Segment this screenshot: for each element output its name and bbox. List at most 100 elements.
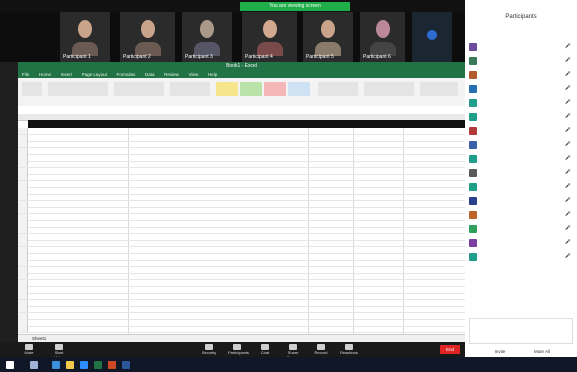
tab-view[interactable]: View [189,71,199,78]
edge-icon[interactable] [52,361,60,369]
tab-data[interactable]: Data [145,71,155,78]
participant-item[interactable]: 🎤 [469,126,573,136]
mic-icon[interactable]: 🎤 [565,113,571,119]
mic-icon[interactable]: 🎤 [565,211,571,217]
row-number[interactable] [18,187,28,194]
zoom-icon[interactable] [80,361,88,369]
style-bad[interactable] [264,82,286,96]
cells-group[interactable] [318,82,358,96]
powerpoint-icon[interactable] [108,361,116,369]
control-mute[interactable]: Mute [20,344,38,355]
row-number[interactable] [18,266,28,273]
start-icon[interactable] [6,361,14,369]
row-number[interactable] [18,147,28,154]
mic-icon[interactable]: 🎤 [565,85,571,91]
chat-box[interactable] [469,318,573,344]
participant-item[interactable]: 🎤 [469,154,573,164]
row-number[interactable] [18,293,28,300]
row-number[interactable] [18,200,28,207]
video-tile[interactable]: Participant 2 [120,12,175,62]
participant-item[interactable]: 🎤 [469,238,573,248]
mic-icon[interactable]: 🎤 [565,183,571,189]
row-number[interactable] [18,306,28,313]
control-start-video[interactable]: Start Video [50,344,68,360]
end-button[interactable]: End [440,345,460,354]
row-number[interactable] [18,260,28,267]
tab-help[interactable]: Help [208,71,217,78]
invite-button[interactable]: Invite [485,348,515,356]
participant-item[interactable]: 🎤 [469,42,573,52]
mic-icon[interactable]: 🎤 [565,197,571,203]
row-number[interactable] [18,161,28,168]
control-participants[interactable]: Participants [228,344,249,355]
row-number[interactable] [18,180,28,187]
row-number[interactable] [18,319,28,326]
tab-review[interactable]: Review [164,71,179,78]
mic-icon[interactable]: 🎤 [565,43,571,49]
alignment-group[interactable] [114,82,164,96]
row-number[interactable] [18,167,28,174]
style-good[interactable] [240,82,262,96]
participant-item[interactable]: 🎤 [469,84,573,94]
row-number[interactable] [18,273,28,280]
font-group[interactable] [48,82,108,96]
row-number[interactable] [18,207,28,214]
control-reactions[interactable]: Reactions [340,344,358,355]
participant-item[interactable]: 🎤 [469,210,573,220]
search-icon[interactable] [30,361,38,369]
editing-group[interactable] [364,82,414,96]
mic-icon[interactable]: 🎤 [565,155,571,161]
ideas-group[interactable] [420,82,458,96]
row-number[interactable] [18,246,28,253]
participant-item[interactable]: 🎤 [469,112,573,122]
paste-button[interactable] [22,82,42,96]
row-number[interactable] [18,220,28,227]
participant-item[interactable]: 🎤 [469,168,573,178]
row-number[interactable] [18,240,28,247]
excel-icon[interactable] [94,361,102,369]
tab-page-layout[interactable]: Page Layout [82,71,107,78]
participant-item[interactable]: 🎤 [469,224,573,234]
control-chat[interactable]: Chat [256,344,274,355]
tab-insert[interactable]: Insert [61,71,72,78]
row-number[interactable] [18,227,28,234]
mic-icon[interactable]: 🎤 [565,127,571,133]
mic-icon[interactable]: 🎤 [565,239,571,245]
row-number[interactable] [18,174,28,181]
row-number[interactable] [18,233,28,240]
row-number[interactable] [18,286,28,293]
tab-file[interactable]: File [22,71,29,78]
row-number[interactable] [18,279,28,286]
participant-item[interactable]: 🎤 [469,140,573,150]
folder-icon[interactable] [66,361,74,369]
table-row[interactable] [18,326,465,334]
number-group[interactable] [170,82,210,96]
row-number[interactable] [18,299,28,306]
control-share-screen[interactable]: Share Screen [284,344,302,360]
row-number[interactable] [18,253,28,260]
mic-icon[interactable]: 🎤 [565,225,571,231]
row-number[interactable] [18,141,28,148]
mute-all-button[interactable]: Mute All [527,348,557,356]
mic-icon[interactable]: 🎤 [565,99,571,105]
mic-icon[interactable]: 🎤 [565,169,571,175]
mic-icon[interactable]: 🎤 [565,253,571,259]
sheet-tab[interactable]: Sheet1 [32,336,46,341]
control-record[interactable]: Record [312,344,330,355]
word-icon[interactable] [122,361,130,369]
mic-icon[interactable]: 🎤 [565,71,571,77]
participant-item[interactable]: 🎤 [469,196,573,206]
video-tile[interactable]: Participant 5 [303,12,353,62]
participant-item[interactable]: 🎤 [469,98,573,108]
style-normal[interactable] [288,82,310,96]
video-tile[interactable]: Participant 6 [360,12,405,62]
video-tile[interactable]: Participant 4 [242,12,297,62]
row-number[interactable] [18,134,28,141]
control-security[interactable]: Security [200,344,218,355]
video-tile[interactable]: Participant 3 [182,12,232,62]
row-number[interactable] [18,326,28,333]
row-number[interactable] [18,194,28,201]
style-neutral[interactable] [216,82,238,96]
participant-item[interactable]: 🎤 [469,252,573,262]
mic-icon[interactable]: 🎤 [565,141,571,147]
